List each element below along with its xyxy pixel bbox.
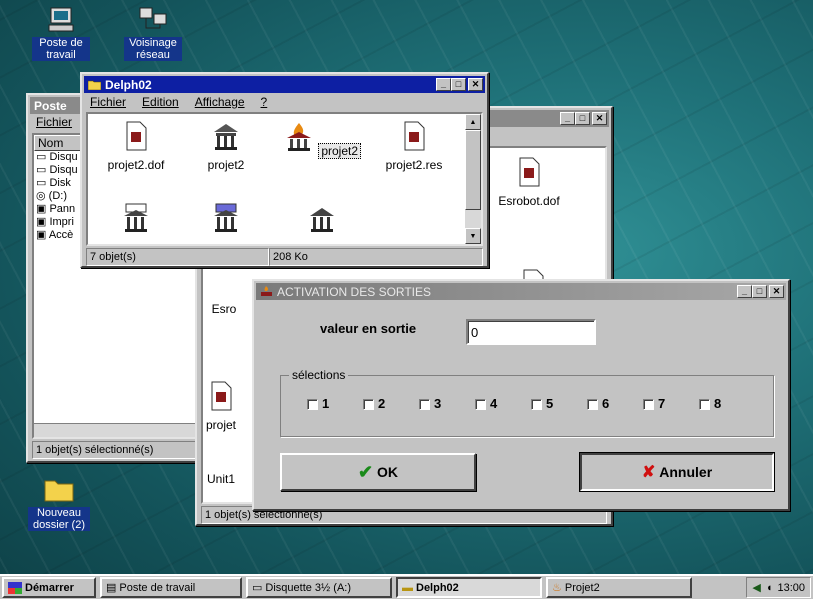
- dof-file-icon: [519, 157, 540, 187]
- file-item[interactable]: Unit1: [191, 472, 251, 486]
- dof-file-icon: [126, 121, 147, 151]
- cancel-button[interactable]: ✘ Annuler: [579, 452, 775, 492]
- pas-file-icon: [124, 203, 148, 232]
- checkbox-3[interactable]: 3: [419, 396, 453, 411]
- close-button[interactable]: ✕: [468, 78, 483, 91]
- ok-label: OK: [377, 464, 399, 480]
- checkbox-1[interactable]: 1: [307, 396, 341, 411]
- file-item[interactable]: [186, 202, 266, 240]
- cancel-label: Annuler: [659, 464, 713, 480]
- my-computer-icon: ▤: [106, 582, 117, 594]
- poste-menubar: Fichier: [32, 115, 72, 131]
- desktop-icon-label: Voisinage réseau: [124, 37, 182, 61]
- network-neighborhood-icon: [139, 7, 167, 29]
- check-icon: ✔: [357, 461, 374, 482]
- scroll-thumb[interactable]: [465, 130, 481, 210]
- delph-titlebar[interactable]: Delph02 _ □ ✕: [84, 76, 485, 93]
- status-size: 208 Ko: [269, 248, 483, 266]
- checkbox-row: 1 2 3 4 5 6 7 8: [307, 396, 733, 411]
- folder-icon: [88, 80, 101, 90]
- file-item[interactable]: [282, 202, 362, 240]
- folder-icon: ▬: [402, 581, 413, 594]
- speaker-icon[interactable]: ◖: [766, 582, 773, 594]
- horizontal-scrollbar[interactable]: [34, 423, 198, 437]
- delph-window[interactable]: Delph02 _ □ ✕ Fichier Edition Affichage …: [80, 72, 489, 268]
- desktop-icon-label: Nouveau dossier (2): [28, 507, 90, 531]
- delph-statusbar: 7 objet(s) 208 Ko: [86, 248, 483, 266]
- file-item[interactable]: Esrobot.dof: [489, 156, 569, 208]
- checkbox-8[interactable]: 8: [699, 396, 733, 411]
- selections-group: sélections 1 2 3 4 5 6 7 8: [280, 368, 774, 437]
- file-item[interactable]: projet2.res: [374, 120, 454, 172]
- desktop-icon-my-computer[interactable]: Poste de travail: [26, 6, 96, 61]
- task-delph02[interactable]: ▬ Delph02: [396, 577, 542, 598]
- windows-logo-icon: [8, 581, 22, 594]
- field-label: valeur en sortie: [320, 321, 417, 336]
- delphi-torch-icon: [286, 123, 311, 151]
- poste-title: Poste: [34, 98, 67, 113]
- file-item[interactable]: projet: [191, 380, 251, 432]
- menu-fichier[interactable]: Fichier: [36, 115, 72, 131]
- system-tray: ◀ ◖ 13:00: [746, 577, 811, 598]
- close-button[interactable]: ✕: [592, 112, 607, 125]
- folder-icon: [44, 480, 74, 502]
- unit-file-icon: [310, 208, 334, 232]
- status-count: 7 objet(s): [86, 248, 269, 266]
- delph-menubar: Fichier Edition Affichage ?: [86, 95, 267, 111]
- status-text: 1 objet(s) sélectionné(s): [32, 441, 200, 459]
- maximize-button[interactable]: □: [451, 78, 466, 91]
- menu-help[interactable]: ?: [261, 95, 268, 111]
- delphi-torch-icon: ♨: [552, 582, 562, 594]
- dialog-titlebar[interactable]: ACTIVATION DES SORTIES _ □ ✕: [256, 283, 786, 300]
- scroll-up-button[interactable]: ▲: [465, 114, 481, 130]
- file-item[interactable]: projet2.dof: [96, 120, 176, 172]
- checkbox-7[interactable]: 7: [643, 396, 677, 411]
- menu-fichier[interactable]: Fichier: [90, 95, 126, 111]
- minimize-button[interactable]: _: [737, 285, 752, 298]
- floppy-drive-icon: ▭: [252, 582, 263, 594]
- desktop-icon-network[interactable]: Voisinage réseau: [118, 6, 188, 61]
- file-item[interactable]: [96, 202, 176, 240]
- desktop-icon-new-folder[interactable]: Nouveau dossier (2): [24, 474, 94, 531]
- scroll-down-button[interactable]: ▼: [465, 228, 481, 244]
- activation-dialog[interactable]: ACTIVATION DES SORTIES _ □ ✕ valeur en s…: [252, 279, 790, 511]
- minimize-button[interactable]: _: [436, 78, 451, 91]
- project-icon: [214, 124, 238, 150]
- checkbox-6[interactable]: 6: [587, 396, 621, 411]
- file-item-selected[interactable]: projet2: [282, 120, 362, 159]
- task-disquette[interactable]: ▭ Disquette 3½ (A:): [246, 577, 392, 598]
- cross-icon: ✘: [641, 464, 656, 481]
- delphi-torch-icon: [261, 286, 272, 296]
- dcu-file-icon: [214, 203, 238, 232]
- poste-statusbar: 1 objet(s) sélectionné(s): [32, 441, 200, 459]
- file-item[interactable]: projet2: [186, 120, 266, 172]
- task-poste-de-travail[interactable]: ▤ Poste de travail: [100, 577, 242, 598]
- delph-file-area[interactable]: projet2.dof projet2 projet2 projet2.res …: [86, 112, 483, 246]
- network-tray-icon[interactable]: ◀: [752, 581, 760, 594]
- minimize-button[interactable]: _: [560, 112, 575, 125]
- checkbox-2[interactable]: 2: [363, 396, 397, 411]
- task-projet2[interactable]: ♨ Projet2: [546, 577, 692, 598]
- delph-title: Delph02: [105, 77, 152, 92]
- menu-edition[interactable]: Edition: [142, 95, 179, 111]
- start-button[interactable]: Démarrer: [2, 577, 96, 598]
- menu-affichage[interactable]: Affichage: [195, 95, 245, 111]
- file-icon: [211, 381, 232, 411]
- ok-button[interactable]: ✔ OK: [280, 453, 476, 491]
- file-item[interactable]: Esro: [189, 302, 259, 316]
- checkbox-5[interactable]: 5: [531, 396, 565, 411]
- my-computer-icon: [48, 7, 74, 32]
- checkbox-4[interactable]: 4: [475, 396, 509, 411]
- desktop-icon-label: Poste de travail: [32, 37, 90, 61]
- res-file-icon: [404, 121, 425, 151]
- output-value-input[interactable]: 0: [466, 319, 596, 345]
- clock[interactable]: 13:00: [777, 582, 805, 594]
- maximize-button[interactable]: □: [752, 285, 767, 298]
- group-label: sélections: [289, 368, 349, 382]
- vertical-scrollbar[interactable]: ▲ ▼: [465, 114, 481, 244]
- taskbar: Démarrer ▤ Poste de travail ▭ Disquette …: [0, 574, 813, 599]
- dialog-title: ACTIVATION DES SORTIES: [277, 284, 432, 299]
- close-button[interactable]: ✕: [769, 285, 784, 298]
- maximize-button[interactable]: □: [575, 112, 590, 125]
